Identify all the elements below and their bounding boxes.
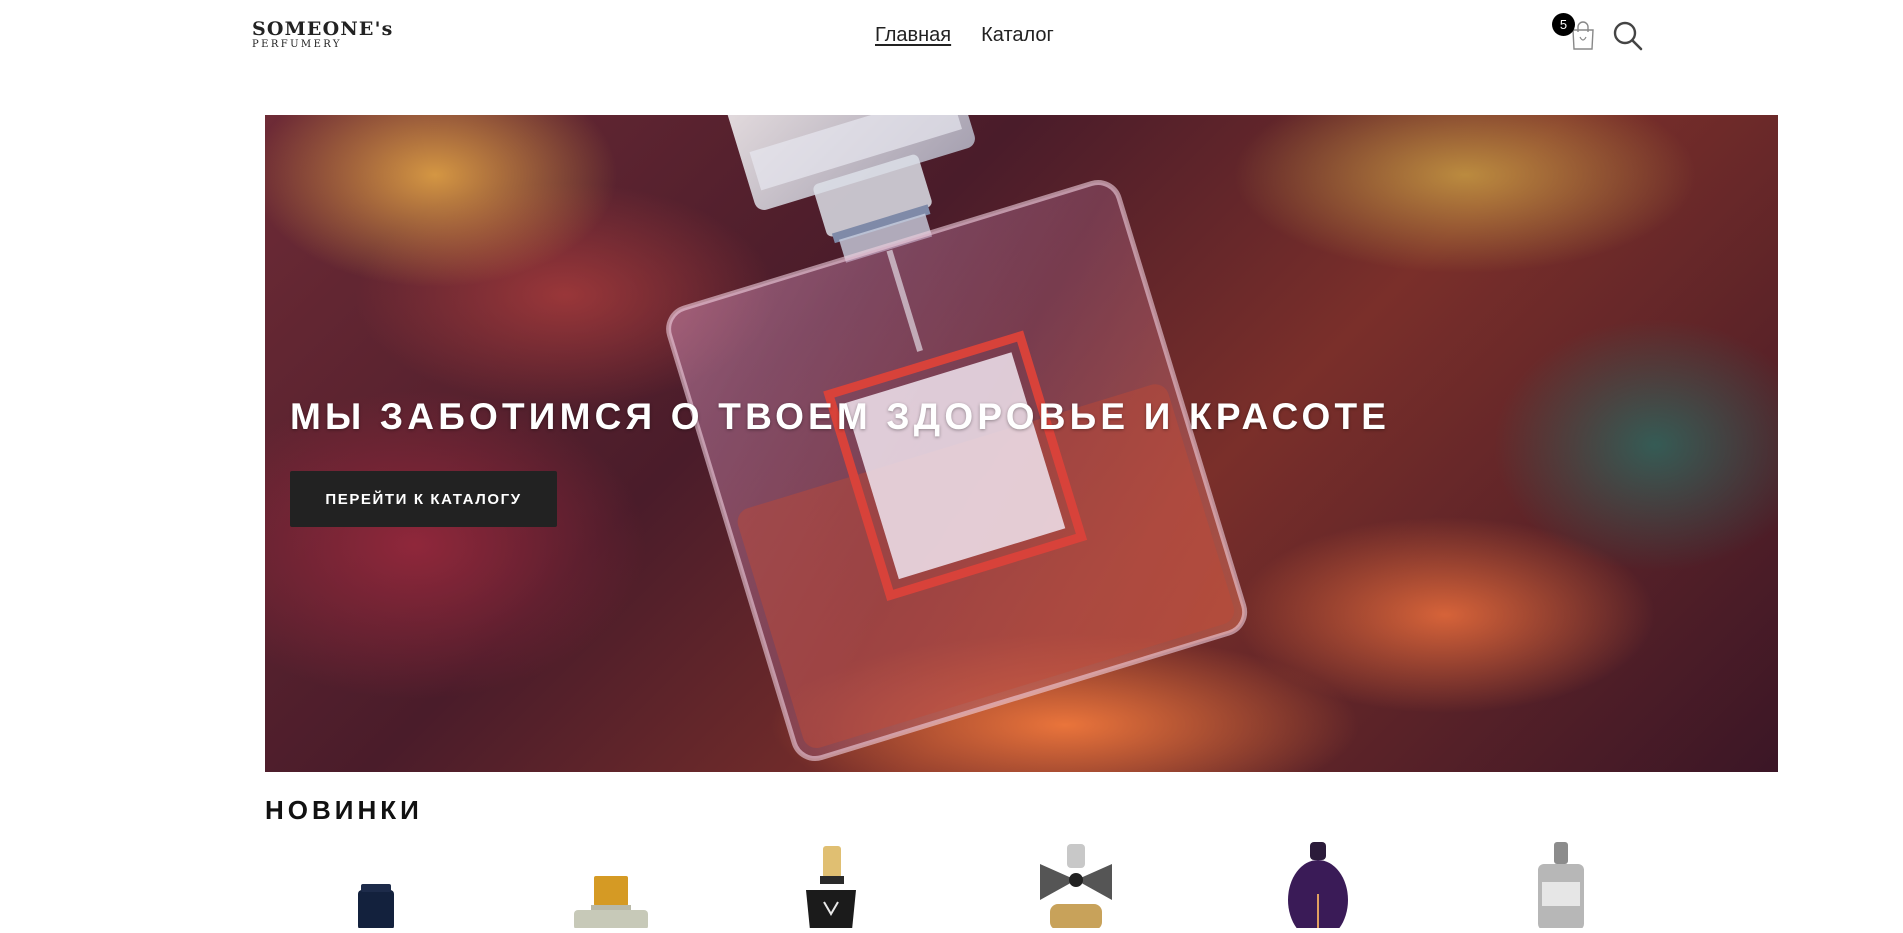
product-card[interactable] <box>536 842 686 930</box>
product-card[interactable] <box>301 842 451 930</box>
nav-link-home[interactable]: Главная <box>875 22 951 48</box>
hero-banner: МЫ ЗАБОТИМСЯ О ТВОЕМ ЗДОРОВЬЕ И КРАСОТЕ … <box>265 115 1778 772</box>
product-card[interactable] <box>1484 842 1634 930</box>
product-card[interactable] <box>756 842 906 930</box>
cart-count-badge: 5 <box>1552 13 1575 36</box>
hero-perfume-image <box>666 115 1248 761</box>
logo-main-text: SOMEONE's <box>252 18 394 40</box>
site-header: SOMEONE's PERFUMERY Главная Каталог 5 <box>0 0 1903 72</box>
main-nav: Главная Каталог <box>875 22 1054 48</box>
new-arrivals-title: НОВИНКИ <box>265 795 423 825</box>
perfume-bottle-gold-cap-icon <box>574 876 648 930</box>
logo-sub-text: PERFUMERY <box>252 39 342 50</box>
nav-link-catalog[interactable]: Каталог <box>981 22 1054 48</box>
cart-button[interactable]: 5 <box>1552 13 1598 52</box>
site-logo[interactable]: SOMEONE's PERFUMERY <box>252 20 392 56</box>
go-to-catalog-button[interactable]: ПЕРЕЙТИ К КАТАЛОГУ <box>290 471 557 527</box>
perfume-bottle-black-gold-icon <box>806 846 856 930</box>
product-card[interactable] <box>1000 842 1150 930</box>
perfume-bottle-bow-cap-icon <box>1040 844 1112 930</box>
search-button[interactable] <box>1612 20 1644 52</box>
new-arrivals-list <box>265 842 1778 933</box>
search-icon <box>1613 21 1643 51</box>
perfume-bottle-purple-icon <box>1288 842 1348 933</box>
hero-title: МЫ ЗАБОТИМСЯ О ТВОЕМ ЗДОРОВЬЕ И КРАСОТЕ <box>290 396 1391 437</box>
perfume-bottle-dark-blue-icon <box>358 884 394 930</box>
perfume-bottle-silver-icon <box>1538 842 1584 930</box>
product-card[interactable] <box>1242 842 1392 933</box>
